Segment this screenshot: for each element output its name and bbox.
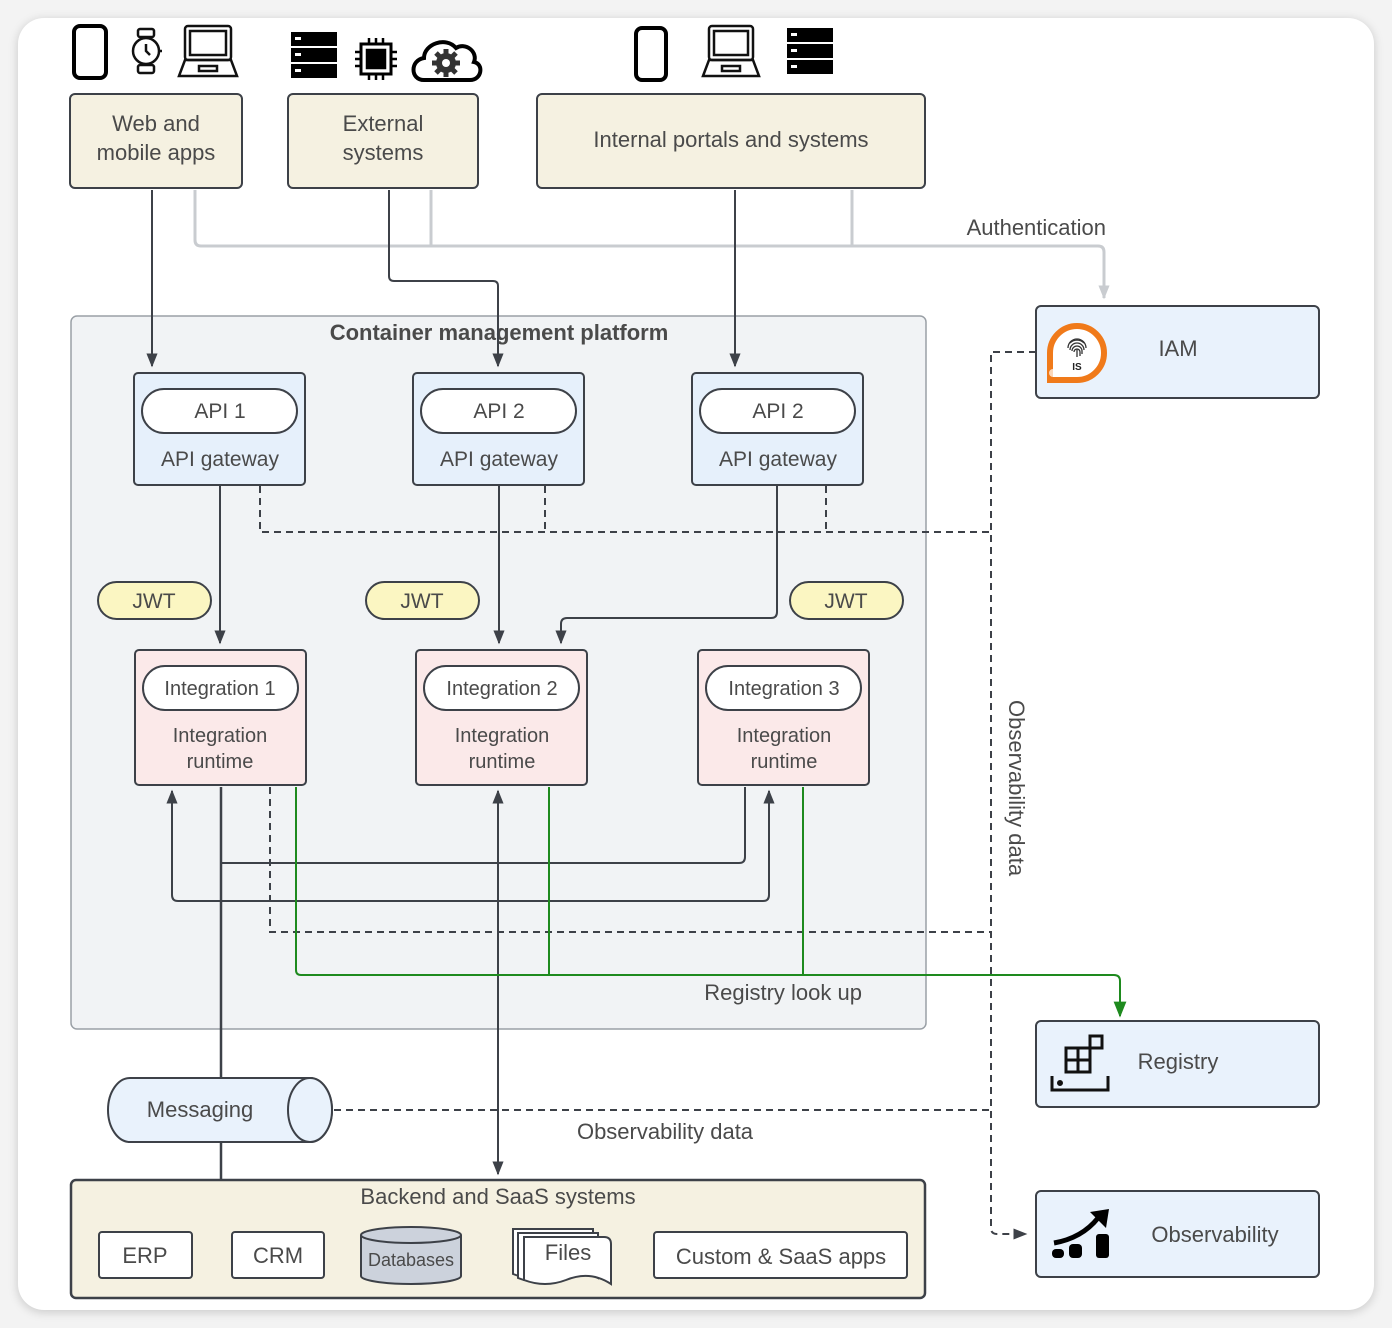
files-label: Files (545, 1240, 591, 1265)
api-gateway-3[interactable]: API 2 API gateway (691, 372, 864, 486)
jwt-badge: JWT (789, 581, 904, 620)
integration-name: Integration 1 (164, 678, 275, 700)
architecture-diagram: Container management platform Authentica… (69, 24, 1320, 1300)
registry-lookup-label: Registry look up (704, 980, 862, 1005)
registry-service[interactable]: Registry (1035, 1020, 1320, 1108)
backend-item-files[interactable]: Files (512, 1228, 612, 1286)
registry-label: Registry (1138, 1049, 1219, 1074)
smartphone-icon (634, 26, 668, 82)
observability-label: Observability (1151, 1222, 1278, 1247)
client-label: Web and (112, 111, 200, 136)
client-web-mobile-apps[interactable]: Web and mobile apps (69, 93, 243, 189)
erp-label: ERP (122, 1243, 167, 1268)
observability-data-label-vertical: Observability data (1004, 700, 1029, 877)
backend-item-erp[interactable]: ERP (98, 1231, 193, 1279)
authentication-connector (193, 190, 1110, 300)
smartwatch-icon (131, 27, 162, 75)
laptop-icon (701, 24, 761, 78)
authentication-label: Authentication (967, 215, 1106, 240)
runtime-label: runtime (469, 751, 536, 773)
client-external-systems[interactable]: External systems (287, 93, 479, 189)
runtime-label: Integration (737, 725, 832, 747)
observability-data-label-horizontal: Observability data (577, 1119, 754, 1144)
backend-item-custom-saas-apps[interactable]: Custom & SaaS apps (653, 1231, 908, 1279)
client-internal-portals[interactable]: Internal portals and systems (536, 93, 926, 189)
iam-label: IAM (1158, 336, 1197, 361)
custom-saas-apps-label: Custom & SaaS apps (676, 1244, 886, 1269)
jwt-badge: JWT (365, 581, 480, 620)
backend-title: Backend and SaaS systems (360, 1184, 635, 1209)
api-name: API 1 (194, 400, 245, 423)
gateway-label: API gateway (161, 448, 279, 471)
backend-item-databases[interactable]: Databases (360, 1226, 462, 1285)
integration-name: Integration 3 (728, 678, 839, 700)
runtime-label: runtime (187, 751, 254, 773)
smartphone-icon (72, 24, 108, 80)
backend-item-crm[interactable]: CRM (231, 1231, 325, 1279)
messaging-label: Messaging (147, 1097, 253, 1122)
client-label: Internal portals and systems (593, 127, 868, 152)
runtime-label: runtime (751, 751, 818, 773)
gateway-label: API gateway (719, 448, 837, 471)
client-label: External (343, 111, 424, 136)
crm-label: CRM (253, 1243, 303, 1268)
runtime-label: Integration (455, 725, 550, 747)
integration-runtime-3[interactable]: Integration 3 Integration runtime (697, 649, 870, 786)
api-name: API 2 (473, 400, 524, 423)
server-icon (787, 28, 833, 74)
runtime-label: Integration (173, 725, 268, 747)
laptop-icon (177, 24, 239, 78)
svg-text:JWT: JWT (400, 590, 443, 613)
api-gateway-1[interactable]: API 1 API gateway (133, 372, 306, 486)
databases-label: Databases (368, 1250, 454, 1270)
identity-server-icon: IS (1047, 322, 1107, 383)
iam-service[interactable]: IS IAM (1035, 305, 1320, 399)
svg-text:JWT: JWT (132, 590, 175, 613)
client-label: systems (343, 140, 424, 165)
gateway-label: API gateway (440, 448, 558, 471)
svg-text:JWT: JWT (824, 590, 867, 613)
messaging-queue[interactable]: Messaging (107, 1077, 333, 1143)
iam-icon-text: IS (1072, 362, 1082, 373)
api-gateway-2[interactable]: API 2 API gateway (412, 372, 585, 486)
integration-runtime-2[interactable]: Integration 2 Integration runtime (415, 649, 588, 786)
api-name: API 2 (752, 400, 803, 423)
jwt-badge: JWT (97, 581, 212, 620)
backend-saas-systems: Backend and SaaS systems ERP CRM Databas… (69, 1178, 927, 1300)
cloud-gear-icon (411, 40, 483, 82)
observability-service[interactable]: Observability (1035, 1190, 1320, 1278)
client-label: mobile apps (97, 140, 216, 165)
server-icon (291, 32, 337, 78)
integration-name: Integration 2 (446, 678, 557, 700)
integration-runtime-1[interactable]: Integration 1 Integration runtime (134, 649, 307, 786)
cpu-chip-icon (355, 38, 397, 80)
